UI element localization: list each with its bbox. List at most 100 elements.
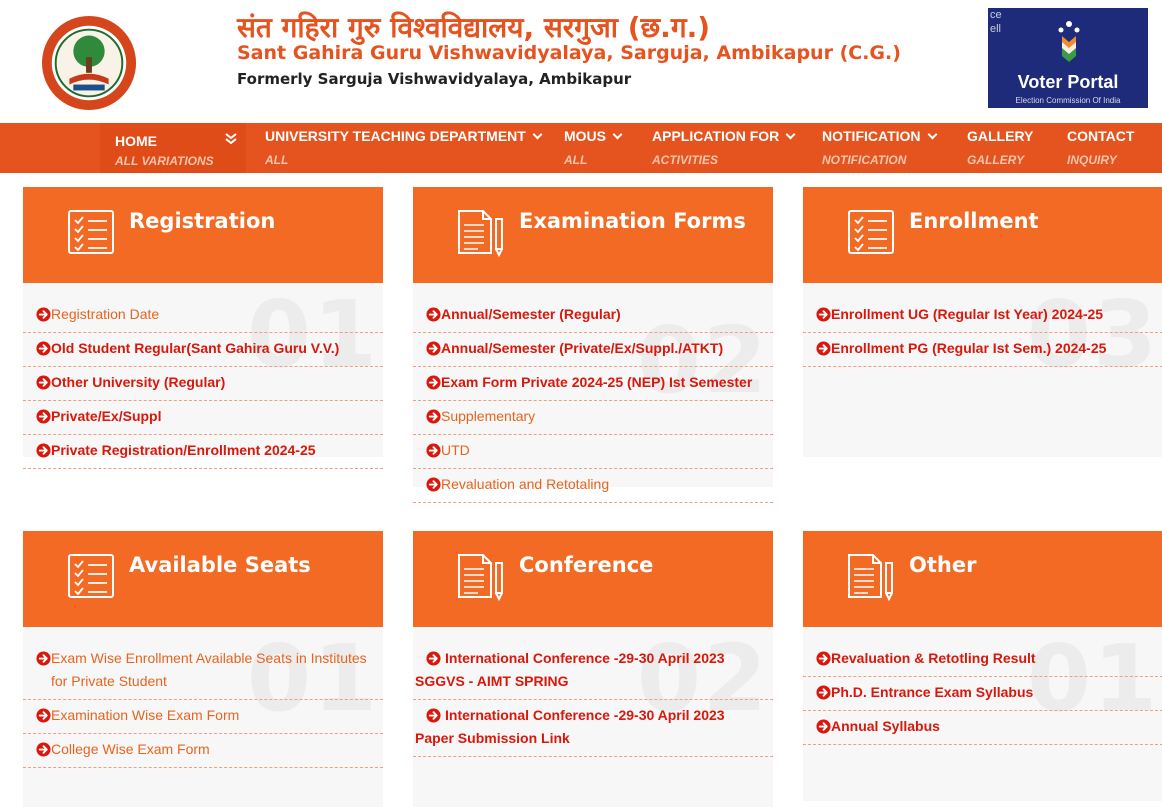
nav-sub-application: ACTIVITIES: [652, 153, 719, 167]
card-other: Other 01 Revaluation & Retotling Result …: [803, 531, 1162, 801]
list-item[interactable]: UTD: [413, 435, 773, 469]
card-title: Other: [909, 553, 977, 577]
card-title: Conference: [519, 553, 654, 577]
arrow-circle-right-icon: [426, 477, 441, 492]
arrow-circle-right-icon: [36, 409, 51, 424]
double-chevron-down-icon: [225, 133, 237, 145]
nav-sub-notification: NOTIFICATION: [822, 153, 907, 167]
card-enrollment: Enrollment 03 Enrollment UG (Regular Ist…: [803, 187, 1162, 457]
list-item[interactable]: Annual/Semester (Private/Ex/Suppl./ATKT): [413, 333, 773, 367]
card-registration: Registration 01 Registration Date Old St…: [23, 187, 383, 469]
checklist-icon: [843, 207, 899, 257]
nav-label-mous: MOUS: [564, 128, 606, 144]
chevron-down-icon: [532, 129, 543, 140]
checklist-icon: [63, 207, 119, 257]
nav-item-notification[interactable]: NOTIFICATION NOTIFICATION: [822, 123, 947, 173]
nav-item-mous[interactable]: MOUS ALL: [564, 123, 634, 173]
form-pen-icon: [843, 551, 899, 601]
list-item[interactable]: International Conference -29-30 April 20…: [413, 643, 773, 700]
list-item[interactable]: Enrollment PG (Regular Ist Sem.) 2024-25: [803, 333, 1162, 367]
voter-portal-title: Voter Portal: [1017, 72, 1119, 92]
card-header: Enrollment: [803, 187, 1162, 283]
nav-item-university-teaching-department[interactable]: UNIVERSITY TEACHING DEPARTMENT ALL: [265, 123, 545, 173]
list-item[interactable]: Revaluation and Retotaling: [413, 469, 773, 503]
nav-item-gallery[interactable]: GALLERY GALLERY: [967, 123, 1047, 173]
arrow-circle-right-icon: [36, 443, 51, 458]
nav-label-utd: UNIVERSITY TEACHING DEPARTMENT: [265, 128, 526, 144]
nav-sub-utd: ALL: [265, 153, 289, 167]
nav-sub-home: ALL VARIATIONS: [115, 154, 214, 168]
link-list: International Conference -29-30 April 20…: [413, 643, 773, 757]
nav-label-contact: CONTACT: [1067, 128, 1135, 144]
list-item[interactable]: Supplementary: [413, 401, 773, 435]
arrow-circle-right-icon: [426, 375, 441, 390]
list-item[interactable]: Registration Date: [23, 299, 383, 333]
arrow-circle-right-icon: [816, 719, 831, 734]
site-header: संत गहिरा गुरु विश्वविद्यालय, सरगुजा (छ.…: [0, 0, 1162, 122]
link-list: Exam Wise Enrollment Available Seats in …: [23, 643, 383, 768]
nav-sub-mous: ALL: [564, 153, 588, 167]
card-examination-forms: Examination Forms 02 Annual/Semester (Re…: [413, 187, 773, 503]
card-title: Registration: [129, 209, 276, 233]
nav-item-contact[interactable]: CONTACT INQUIRY: [1067, 123, 1157, 173]
list-item[interactable]: Enrollment UG (Regular Ist Year) 2024-25: [803, 299, 1162, 333]
arrow-circle-right-icon: [816, 341, 831, 356]
university-logo-icon[interactable]: [40, 14, 138, 112]
form-pen-icon: [453, 207, 509, 257]
list-item[interactable]: College Wise Exam Form: [23, 734, 383, 768]
card-header: Registration: [23, 187, 383, 283]
form-pen-icon: [453, 551, 509, 601]
chevron-down-icon: [785, 129, 796, 140]
voter-portal-subtitle: Election Commission Of India: [1015, 96, 1121, 105]
voter-portal-banner[interactable]: ce ell Voter Portal Election Commission …: [988, 8, 1148, 108]
arrow-circle-right-icon: [426, 708, 441, 723]
arrow-circle-right-icon: [816, 651, 831, 666]
nav-item-application-for[interactable]: APPLICATION FOR ACTIVITIES: [652, 123, 802, 173]
main-navigation: HOME ALL VARIATIONS UNIVERSITY TEACHING …: [0, 123, 1162, 173]
arrow-circle-right-icon: [36, 375, 51, 390]
arrow-circle-right-icon: [426, 307, 441, 322]
list-item[interactable]: Exam Wise Enrollment Available Seats in …: [23, 643, 383, 700]
list-item[interactable]: Old Student Regular(Sant Gahira Guru V.V…: [23, 333, 383, 367]
nav-label-application: APPLICATION FOR: [652, 128, 780, 144]
list-item[interactable]: Other University (Regular): [23, 367, 383, 401]
list-item[interactable]: Ph.D. Entrance Exam Syllabus: [803, 677, 1162, 711]
list-item[interactable]: Examination Wise Exam Form: [23, 700, 383, 734]
list-item[interactable]: Revaluation & Retotling Result: [803, 643, 1162, 677]
card-header: Examination Forms: [413, 187, 773, 283]
title-hindi: संत गहिरा गुरु विश्वविद्यालय, सरगुजा (छ.…: [237, 11, 711, 44]
arrow-circle-right-icon: [816, 685, 831, 700]
card-header: Conference: [413, 531, 773, 627]
card-conference: Conference 02 International Conference -…: [413, 531, 773, 807]
list-item[interactable]: Private/Ex/Suppl: [23, 401, 383, 435]
arrow-circle-right-icon: [36, 651, 51, 666]
list-item[interactable]: Exam Form Private 2024-25 (NEP) Ist Seme…: [413, 367, 773, 401]
nav-sub-contact: INQUIRY: [1067, 153, 1117, 167]
voter-portal-alt-text: ce ell: [990, 9, 1002, 35]
arrow-circle-right-icon: [36, 742, 51, 757]
list-item[interactable]: Private Registration/Enrollment 2024-25: [23, 435, 383, 469]
arrow-circle-right-icon: [36, 307, 51, 322]
ballot-hand-icon: [1058, 21, 1080, 62]
arrow-circle-right-icon: [36, 341, 51, 356]
arrow-circle-right-icon: [816, 307, 831, 322]
card-title: Examination Forms: [519, 209, 746, 233]
link-list: Annual/Semester (Regular) Annual/Semeste…: [413, 299, 773, 503]
arrow-circle-right-icon: [36, 708, 51, 723]
link-list: Registration Date Old Student Regular(Sa…: [23, 299, 383, 469]
link-list: Revaluation & Retotling Result Ph.D. Ent…: [803, 643, 1162, 745]
nav-item-home[interactable]: HOME ALL VARIATIONS: [100, 123, 246, 173]
list-item[interactable]: International Conference -29-30 April 20…: [413, 700, 773, 757]
card-header: Other: [803, 531, 1162, 627]
card-title: Available Seats: [129, 553, 311, 577]
card-title: Enrollment: [909, 209, 1039, 233]
arrow-circle-right-icon: [426, 651, 441, 666]
arrow-circle-right-icon: [426, 341, 441, 356]
link-list: Enrollment UG (Regular Ist Year) 2024-25…: [803, 299, 1162, 367]
arrow-circle-right-icon: [426, 409, 441, 424]
nav-sub-gallery: GALLERY: [967, 153, 1025, 167]
chevron-down-icon: [612, 129, 623, 140]
list-item[interactable]: Annual Syllabus: [803, 711, 1162, 745]
list-item[interactable]: Annual/Semester (Regular): [413, 299, 773, 333]
checklist-icon: [63, 551, 119, 601]
